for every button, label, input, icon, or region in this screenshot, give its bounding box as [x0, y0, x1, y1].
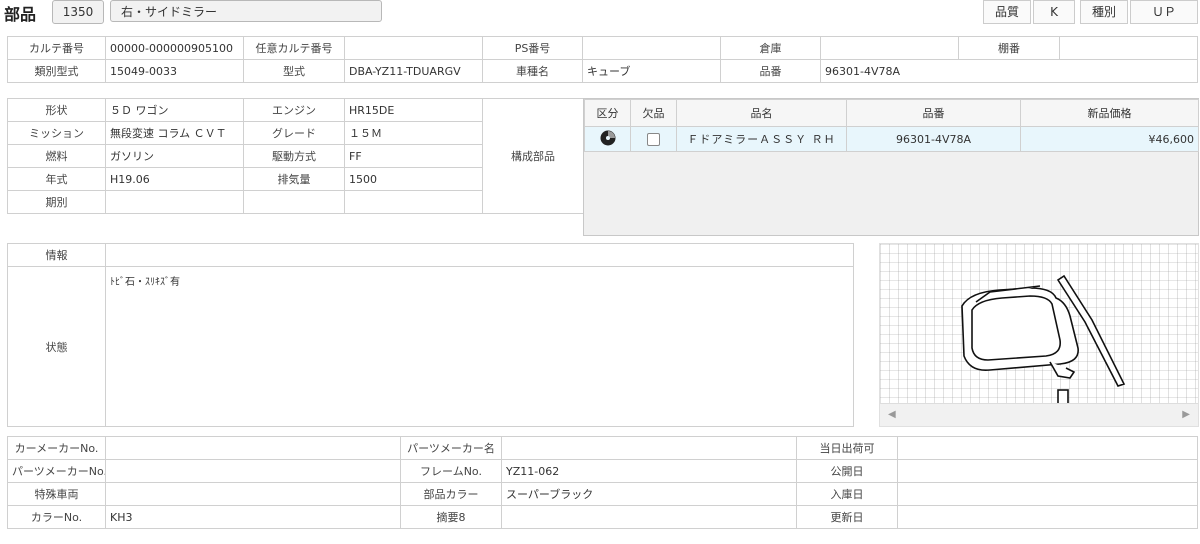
grade-value: １５Ｍ [344, 121, 483, 145]
stock-date-label: 入庫日 [796, 482, 898, 506]
scroll-right-icon[interactable]: ▶ [1182, 409, 1190, 420]
part-no-value: 96301-4V78A [820, 59, 1198, 83]
period-value [105, 190, 244, 214]
free-karte-label: 任意カルテ番号 [243, 36, 345, 60]
fuel-value: ガソリン [105, 144, 244, 168]
car-maker-no-value [105, 436, 401, 460]
same-day-value [897, 436, 1198, 460]
shelf-label: 棚番 [958, 36, 1060, 60]
summary-value [501, 505, 797, 529]
empty-value [344, 190, 483, 214]
special-vehicle-value [105, 482, 401, 506]
fuel-label: 燃料 [7, 144, 106, 168]
col-header-new-price: 新品価格 [1020, 99, 1199, 127]
scroll-left-icon[interactable]: ◀ [888, 409, 896, 420]
year-value: H19.06 [105, 167, 244, 191]
parts-maker-no-label: パーツメーカーNo. [7, 459, 106, 483]
update-date-value [897, 505, 1198, 529]
mission-label: ミッション [7, 121, 106, 145]
same-day-label: 当日出荷可 [796, 436, 898, 460]
col-header-category: 区分 [584, 99, 631, 127]
missing-checkbox[interactable] [630, 126, 677, 152]
category-type-value: 15049-0033 [105, 59, 244, 83]
update-date-label: 更新日 [796, 505, 898, 529]
part-item-name: ＦドアミラーＡＳＳＹ ＲＨ [676, 126, 847, 152]
info-value [105, 243, 854, 267]
disc-icon[interactable] [584, 126, 631, 152]
karte-no-value: 00000-000000905100 [105, 36, 244, 60]
shape-label: 形状 [7, 98, 106, 122]
color-no-value: KH3 [105, 505, 401, 529]
image-scrollbar[interactable]: ◀ ▶ [880, 403, 1198, 426]
spec-table: 形状 ５Ｄ ワゴン エンジン HR15DE 構成部品 ミッション 無段変速 コラ… [7, 98, 584, 214]
components-label: 構成部品 [482, 98, 584, 214]
part-color-label: 部品カラー [400, 482, 502, 506]
parts-maker-name-value [501, 436, 797, 460]
drive-value: FF [344, 144, 483, 168]
info-label: 情報 [7, 243, 106, 267]
part-code-field[interactable]: 1350 [52, 0, 104, 24]
car-name-value: キューブ [582, 59, 721, 83]
engine-label: エンジン [243, 98, 345, 122]
mission-value: 無段変速 コラム ＣＶＴ [105, 121, 244, 145]
category-type-label: 類別型式 [7, 59, 106, 83]
col-header-missing: 欠品 [630, 99, 677, 127]
year-label: 年式 [7, 167, 106, 191]
displacement-value: 1500 [344, 167, 483, 191]
record-table: カルテ番号 00000-000000905100 任意カルテ番号 PS番号 倉庫… [7, 36, 1198, 83]
status-label: 状態 [7, 266, 106, 427]
bottom-table: カーメーカーNo. パーツメーカー名 当日出荷可 パーツメーカーNo. フレーム… [7, 436, 1198, 529]
karte-no-label: カルテ番号 [7, 36, 106, 60]
shape-value: ５Ｄ ワゴン [105, 98, 244, 122]
shelf-value [1059, 36, 1198, 60]
warehouse-label: 倉庫 [720, 36, 821, 60]
ps-no-label: PS番号 [482, 36, 583, 60]
part-color-value: スーパーブラック [501, 482, 797, 506]
components-table: 区分 欠品 品名 品番 新品価格 ＦドアミラーＡＳＳＹ ＲＨ 96301-4V7… [583, 98, 1199, 236]
side-mirror-image [880, 244, 1198, 405]
publish-date-value [897, 459, 1198, 483]
part-image-viewer[interactable]: ◀ ▶ [879, 243, 1199, 427]
color-no-label: カラーNo. [7, 505, 106, 529]
summary-label: 摘要8 [400, 505, 502, 529]
period-label: 期別 [7, 190, 106, 214]
car-maker-no-label: カーメーカーNo. [7, 436, 106, 460]
displacement-label: 排気量 [243, 167, 345, 191]
model-label: 型式 [243, 59, 345, 83]
page-title: 部品 [4, 5, 37, 24]
frame-no-label: フレームNo. [400, 459, 502, 483]
col-header-part-no: 品番 [846, 99, 1021, 127]
type-value: ＵＰ [1130, 0, 1198, 24]
col-header-name: 品名 [676, 99, 847, 127]
parts-maker-name-label: パーツメーカー名 [400, 436, 502, 460]
stock-date-value [897, 482, 1198, 506]
empty-label [243, 190, 345, 214]
table-row[interactable]: ＦドアミラーＡＳＳＹ ＲＨ 96301-4V78A ¥46,600 [584, 126, 1199, 152]
quality-value: K [1033, 0, 1075, 24]
publish-date-label: 公開日 [796, 459, 898, 483]
part-item-price: ¥46,600 [1020, 126, 1199, 152]
warehouse-value [820, 36, 959, 60]
parts-maker-no-value [105, 459, 401, 483]
part-no-label: 品番 [720, 59, 821, 83]
part-name-field[interactable]: 右・サイドミラー [110, 0, 382, 22]
type-label: 種別 [1080, 0, 1128, 24]
grade-label: グレード [243, 121, 345, 145]
car-name-label: 車種名 [482, 59, 583, 83]
ps-no-value [582, 36, 721, 60]
special-vehicle-label: 特殊車両 [7, 482, 106, 506]
quality-label: 品質 [983, 0, 1031, 24]
engine-value: HR15DE [344, 98, 483, 122]
model-value: DBA-YZ11-TDUARGV [344, 59, 483, 83]
info-table: 情報 状態 ﾄﾋﾞ石・ｽﾘｷｽﾞ有 [7, 243, 854, 427]
part-item-no: 96301-4V78A [846, 126, 1021, 152]
drive-label: 駆動方式 [243, 144, 345, 168]
free-karte-value [344, 36, 483, 60]
status-value: ﾄﾋﾞ石・ｽﾘｷｽﾞ有 [105, 266, 854, 427]
frame-no-value: YZ11-062 [501, 459, 797, 483]
